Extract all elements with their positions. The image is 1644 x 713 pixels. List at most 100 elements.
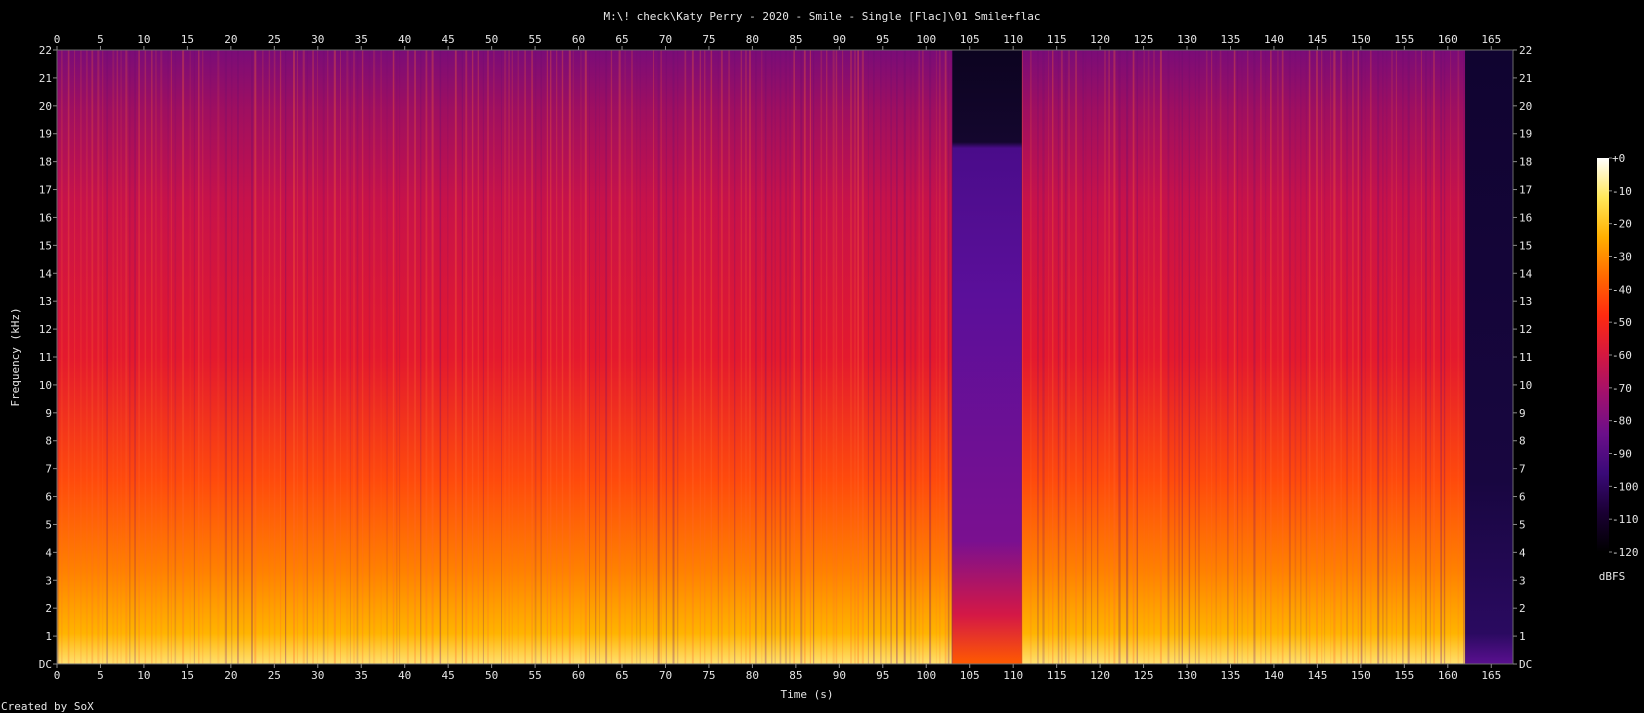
- x-tick-label: 105: [960, 33, 980, 46]
- x-tick-label: 65: [615, 33, 628, 46]
- x-axis-label: Time (s): [781, 688, 834, 701]
- spectrogram-transient: [1288, 50, 1291, 664]
- x-tick-label: 20: [224, 33, 237, 46]
- spectrogram-transient: [704, 50, 706, 664]
- spectrogram-transient: [106, 50, 108, 664]
- x-tick-label: 45: [442, 33, 455, 46]
- y-tick-label: 8: [45, 435, 52, 448]
- spectrogram-transient: [312, 50, 314, 664]
- spectrogram-transient: [91, 50, 94, 664]
- spectrogram-transient: [867, 50, 869, 664]
- spectrogram-transient: [1270, 50, 1272, 664]
- spectrogram-transient: [1346, 50, 1348, 664]
- spectrogram-transient: [939, 50, 941, 664]
- spectrogram-transient: [224, 50, 227, 664]
- spectrogram-transient: [572, 50, 574, 664]
- spectrogram-transient: [935, 50, 937, 664]
- x-tick-label: 0: [54, 33, 61, 46]
- spectrogram-transient: [909, 50, 912, 664]
- x-tick-label: 50: [485, 669, 498, 682]
- spectrogram-transient: [531, 50, 533, 664]
- spectrogram-transient: [1126, 50, 1129, 664]
- spectrogram-transient: [1321, 50, 1323, 664]
- spectrogram-transient: [826, 50, 828, 664]
- spectrogram-transient: [477, 50, 479, 664]
- spectrogram-transient: [914, 50, 917, 664]
- spectrogram-transient: [454, 50, 457, 664]
- x-tick-label: 150: [1351, 33, 1371, 46]
- spectrogram-transient: [1057, 50, 1060, 664]
- spectrogram-transient: [61, 50, 63, 664]
- x-tick-label: 110: [1003, 669, 1023, 682]
- spectrogram-transient: [1104, 50, 1106, 664]
- colorbar-label: dBFS: [1599, 570, 1626, 583]
- spectrogram-transient: [482, 50, 484, 664]
- footer-credit: Created by SoX: [1, 700, 94, 713]
- x-tick-label: 15: [181, 669, 194, 682]
- spectrogram-transient: [1052, 50, 1054, 664]
- spectrogram-transient: [1188, 50, 1191, 664]
- y-tick-label: 7: [45, 463, 52, 476]
- colorbar-tick-label: -70: [1612, 382, 1632, 395]
- spectrogram-transient: [568, 50, 571, 664]
- spectrogram-transient: [595, 50, 597, 664]
- spectrogram-transient: [447, 50, 449, 664]
- spectrogram-transient: [1153, 50, 1155, 664]
- spectrogram-transient: [406, 50, 409, 664]
- x-tick-label: 40: [398, 669, 411, 682]
- spectrogram-transient: [209, 50, 212, 664]
- spectrogram-transient: [493, 50, 495, 664]
- spectrogram-transient: [774, 50, 776, 664]
- spectrogram-transient: [1281, 50, 1284, 664]
- y-tick-label: 9: [45, 407, 52, 420]
- x-axis-top: 0 5 10 15 20 25 30 35 40 45 50 55 60 65 70 75 80 85 90 95 10…: [54, 33, 1501, 50]
- spectrogram-transient: [487, 50, 489, 664]
- spectrogram-transient: [550, 50, 552, 664]
- spectrogram-transient: [745, 50, 747, 664]
- x-tick-label: 145: [1307, 669, 1327, 682]
- spectrogram-transient: [1097, 50, 1099, 664]
- spectrogram-transient: [471, 50, 474, 664]
- spectrogram-transient: [880, 50, 882, 664]
- spectrogram-transient: [1167, 50, 1170, 664]
- spectrogram-transient: [97, 50, 100, 664]
- spectrogram-transient: [174, 50, 177, 664]
- x-axis-bottom: 0 5 10 15 20 25 30 35 40 45 50 55 60 65 70 75 80 85 90 95 10…: [54, 664, 1501, 682]
- y-tick-label: 9: [1519, 407, 1526, 420]
- spectrogram-transient: [771, 50, 773, 664]
- spectrogram-transient: [1085, 50, 1087, 664]
- y-tick-label: 18: [1519, 156, 1532, 169]
- x-tick-label: 20: [224, 669, 237, 682]
- spectrogram-transient: [231, 50, 233, 664]
- y-tick-label: 3: [45, 574, 52, 587]
- spectrogram-transient: [151, 50, 153, 664]
- x-tick-label: 130: [1177, 669, 1197, 682]
- spectrogram-transient: [1330, 50, 1332, 664]
- spectrogram-transient: [1159, 50, 1162, 664]
- spectrogram-transient: [160, 50, 163, 664]
- spectrogram-segment: [1465, 50, 1513, 664]
- spectrogram-transient: [789, 50, 791, 664]
- spectrogram-transient: [645, 50, 647, 664]
- spectrogram-transient: [580, 50, 582, 664]
- spectrogram-transient: [380, 50, 382, 664]
- spectrogram-transient: [922, 50, 924, 664]
- spectrogram-transient: [857, 50, 859, 664]
- spectrogram-transient: [356, 50, 359, 664]
- spectrogram-transient: [1364, 50, 1366, 664]
- spectrogram-transient: [1440, 50, 1442, 664]
- spectrogram-transient: [631, 50, 633, 664]
- spectrogram-transient: [346, 50, 349, 664]
- spectrogram-transient: [1029, 50, 1032, 664]
- x-tick-label: 165: [1481, 33, 1501, 46]
- y-tick-label: 11: [39, 351, 52, 364]
- spectrogram-transient: [508, 50, 510, 664]
- spectrogram-transient: [1300, 50, 1302, 664]
- spectrogram-transient: [1219, 50, 1222, 664]
- spectrogram-transient: [684, 50, 687, 664]
- spectrogram-transient: [273, 50, 276, 664]
- spectrogram-transient: [599, 50, 600, 664]
- x-tick-label: 120: [1090, 33, 1110, 46]
- spectrogram-transient: [167, 50, 169, 664]
- x-tick-label: 90: [833, 669, 846, 682]
